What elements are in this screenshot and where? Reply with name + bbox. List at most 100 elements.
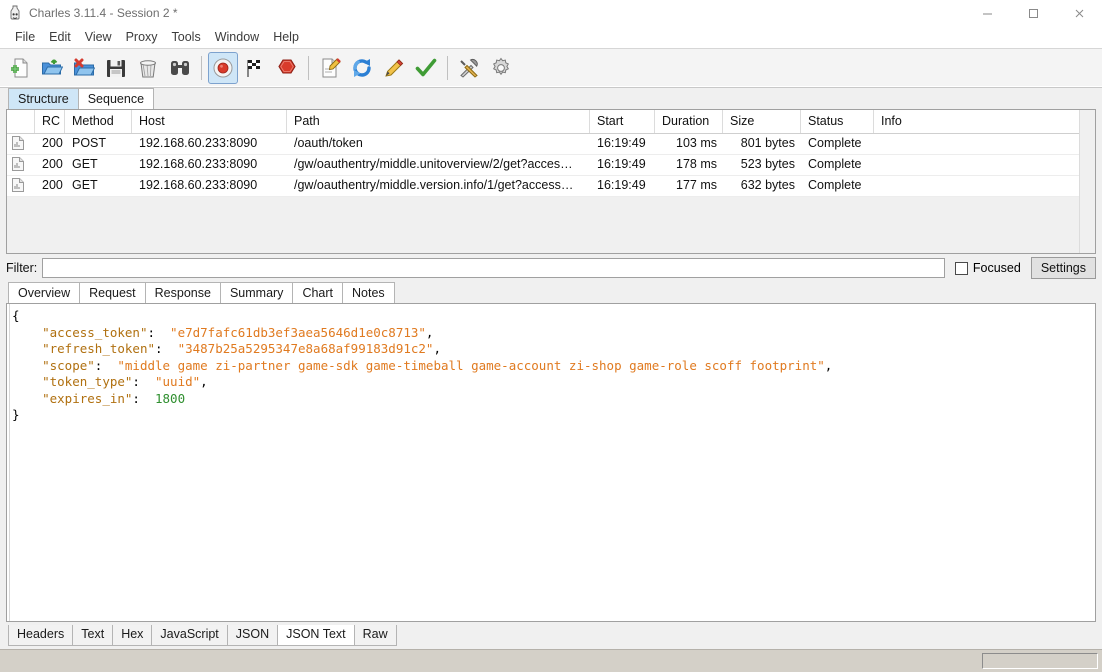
focused-checkbox[interactable]: [954, 261, 968, 275]
cell-info: [874, 134, 1092, 154]
json-token-punct: [12, 391, 42, 406]
table-body: 200 POST 192.168.60.233:8090 /oauth/toke…: [7, 134, 1095, 253]
table-vertical-scrollbar[interactable]: [1079, 110, 1095, 253]
filter-input[interactable]: [42, 258, 945, 278]
json-token-str: "uuid": [155, 374, 201, 389]
menu-proxy[interactable]: Proxy: [119, 27, 165, 47]
compose-icon[interactable]: [315, 52, 345, 84]
charles-bottle-icon: [7, 5, 23, 21]
close-icon[interactable]: [1056, 0, 1102, 26]
menu-help[interactable]: Help: [266, 27, 306, 47]
edit-icon[interactable]: [379, 52, 409, 84]
settings-button[interactable]: Settings: [1030, 257, 1096, 279]
cell-size: 632 bytes: [740, 178, 795, 192]
column-header-method[interactable]: Method: [65, 110, 132, 133]
tab-notes[interactable]: Notes: [342, 282, 395, 303]
record-icon[interactable]: [208, 52, 238, 84]
cell-start: 16:19:49: [597, 157, 646, 171]
breakpoints-icon[interactable]: [272, 52, 302, 84]
tab-response[interactable]: Response: [144, 282, 221, 303]
close-session-icon[interactable]: [69, 52, 99, 84]
column-header-info[interactable]: Info: [874, 110, 1092, 133]
toolbar: [0, 49, 1102, 88]
json-token-num: 1800: [155, 390, 186, 406]
toolbar-separator: [447, 56, 448, 80]
cell-status: Complete: [808, 178, 862, 192]
json-token-str: "3487b25a5295347e8a68af99183d91c2": [177, 341, 434, 356]
menu-window[interactable]: Window: [208, 27, 266, 47]
menu-bar: File Edit View Proxy Tools Window Help: [0, 26, 1102, 49]
request-doc-icon: [7, 155, 35, 175]
start-stop-throttling-icon[interactable]: [240, 52, 270, 84]
tab-structure[interactable]: Structure: [8, 88, 79, 109]
column-header-rc[interactable]: RC: [35, 110, 65, 133]
column-header-status[interactable]: Status: [801, 110, 874, 133]
repeat-icon[interactable]: [347, 52, 377, 84]
json-token-punct: ,: [425, 324, 434, 340]
minimize-icon[interactable]: [964, 0, 1010, 26]
menu-view[interactable]: View: [78, 27, 119, 47]
detail-panel: Overview Request Response Summary Chart …: [0, 282, 1102, 649]
tab-headers[interactable]: Headers: [8, 625, 74, 646]
cell-rc: 200: [42, 178, 63, 192]
tab-chart[interactable]: Chart: [292, 282, 344, 303]
tab-overview[interactable]: Overview: [8, 282, 81, 303]
cell-method: GET: [72, 178, 98, 192]
table-row[interactable]: 200 POST 192.168.60.233:8090 /oauth/toke…: [7, 134, 1095, 155]
column-header-duration[interactable]: Duration: [655, 110, 723, 133]
tab-json-text[interactable]: JSON Text: [277, 625, 355, 646]
save-session-icon[interactable]: [101, 52, 131, 84]
validate-icon[interactable]: [411, 52, 441, 84]
cell-duration: 177 ms: [676, 178, 717, 192]
column-header-icon[interactable]: [7, 110, 35, 133]
new-session-icon[interactable]: [5, 52, 35, 84]
tab-json[interactable]: JSON: [226, 625, 279, 646]
menu-file[interactable]: File: [8, 27, 42, 47]
column-header-start[interactable]: Start: [590, 110, 655, 133]
json-text-content: { "access_token": "e7d7fafc61db3ef3aea56…: [7, 304, 1095, 424]
cell-info: [874, 155, 1092, 175]
focused-checkbox-group[interactable]: Focused: [954, 261, 1021, 275]
tab-hex[interactable]: Hex: [112, 625, 153, 646]
cell-host: 192.168.60.233:8090: [139, 136, 258, 150]
window-title: Charles 3.11.4 - Session 2 *: [29, 6, 178, 20]
tab-sequence[interactable]: Sequence: [77, 88, 155, 109]
tools-icon[interactable]: [454, 52, 484, 84]
response-body-viewer[interactable]: { "access_token": "e7d7fafc61db3ef3aea56…: [6, 303, 1096, 622]
cell-host: 192.168.60.233:8090: [139, 157, 258, 171]
table-row[interactable]: 200 GET 192.168.60.233:8090 /gw/oauthent…: [7, 155, 1095, 176]
detail-tabstrip: Overview Request Response Summary Chart …: [0, 282, 1102, 303]
requests-table: RC Method Host Path Start Duration Size …: [6, 109, 1096, 254]
session-tabstrip: Structure Sequence: [0, 88, 1102, 109]
menu-tools[interactable]: Tools: [165, 27, 208, 47]
table-header-row: RC Method Host Path Start Duration Size …: [7, 110, 1095, 134]
session-panel: Structure Sequence RC Method Host Path S…: [0, 88, 1102, 282]
json-token-punct: [12, 358, 42, 373]
find-icon[interactable]: [165, 52, 195, 84]
body-view-tabstrip: Headers Text Hex JavaScript JSON JSON Te…: [0, 622, 1102, 649]
table-row[interactable]: 200 GET 192.168.60.233:8090 /gw/oauthent…: [7, 176, 1095, 197]
open-session-icon[interactable]: [37, 52, 67, 84]
focused-label: Focused: [972, 261, 1021, 275]
maximize-icon[interactable]: [1010, 0, 1056, 26]
tab-summary[interactable]: Summary: [219, 282, 294, 303]
cell-path: /gw/oauthentry/middle.unitoverview/2/get…: [294, 157, 573, 171]
filter-bar: Filter: Focused Settings: [0, 254, 1102, 282]
json-token-punct: :: [132, 374, 155, 389]
cell-path: /gw/oauthentry/middle.version.info/1/get…: [294, 178, 574, 192]
column-header-path[interactable]: Path: [287, 110, 590, 133]
json-token-punct: [12, 341, 42, 356]
tab-request[interactable]: Request: [79, 282, 146, 303]
clear-session-icon[interactable]: [133, 52, 163, 84]
json-token-punct: [12, 374, 42, 389]
column-header-size[interactable]: Size: [723, 110, 801, 133]
tab-raw[interactable]: Raw: [353, 625, 397, 646]
tab-text[interactable]: Text: [72, 625, 114, 646]
window-controls: [964, 0, 1102, 26]
status-bar: [0, 649, 1102, 672]
tab-javascript[interactable]: JavaScript: [151, 625, 228, 646]
json-token-punct: :: [132, 390, 155, 406]
menu-edit[interactable]: Edit: [42, 27, 78, 47]
settings-gear-icon[interactable]: [486, 52, 516, 84]
column-header-host[interactable]: Host: [132, 110, 287, 133]
